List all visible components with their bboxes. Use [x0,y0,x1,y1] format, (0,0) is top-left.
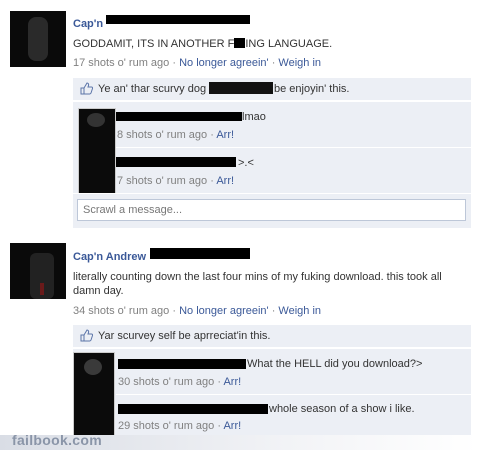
comment2-meta: 7 shots o' rum ago · Arr! [117,175,234,187]
post1-avatar[interactable] [10,11,66,67]
comment-divider [73,193,471,194]
post2-likes-box: Yar scurvey self be aprreciat'in this. [73,325,471,347]
comment-divider [116,394,471,395]
post1-comments-box: lmao 8 shots o' rum ago · Arr! >.< 7 sho… [73,102,471,228]
comment2-like-link[interactable]: Arr! [216,175,234,187]
meta-separator: · [210,175,214,187]
comment2-name-redaction [116,157,236,167]
comment3-meta: 30 shots o' rum ago · Arr! [118,376,241,388]
comment4-like-link[interactable]: Arr! [223,420,241,432]
post1-likes-prefix: Ye an' thar scurvy dog [98,83,207,95]
scrawl-message-input[interactable]: Scrawl a message... [77,199,466,221]
post1-author-redaction [106,15,250,24]
post2-author-redaction [150,248,250,259]
failbook-footer: failbook.com [0,432,477,450]
meta-separator: · [172,305,177,317]
post2-text-line1-b: king download. this took all [310,271,442,283]
meta-separator: · [210,129,214,141]
comment3-like-link[interactable]: Arr! [223,376,241,388]
post1-author[interactable]: Cap'n [73,18,103,30]
failbook-logo: failbook.com [12,432,102,448]
comment1-meta: 8 shots o' rum ago · Arr! [117,129,234,141]
comment4-meta: 29 shots o' rum ago · Arr! [118,420,241,432]
post1-censor [234,38,246,48]
post2-comment-avatar[interactable] [73,352,115,436]
comment3-name-redaction [118,359,246,369]
comment2-time[interactable]: 7 shots o' rum ago [117,175,207,187]
post2-timestamp[interactable]: 34 shots o' rum ago [73,305,169,317]
post2-unlike-link[interactable]: No longer agreein' [179,305,269,317]
comment1-name-redaction [116,112,242,121]
likes-name-redaction [209,82,273,94]
post1-unlike-link[interactable]: No longer agreein' [179,57,269,69]
post1-text-end: ING LANGUAGE. [245,38,333,50]
meta-separator: · [271,57,276,69]
comment4-time[interactable]: 29 shots o' rum ago [118,420,214,432]
comment1-text: lmao [242,111,266,123]
post2-comment-link[interactable]: Weigh in [278,305,321,317]
thumbs-up-icon [80,329,93,342]
comment4-name-redaction [118,404,268,414]
post1-comment-link[interactable]: Weigh in [278,57,321,69]
post2-likes-text: Yar scurvey self be aprreciat'in this. [98,330,271,342]
post1-meta: 17 shots o' rum ago · No longer agreein'… [73,57,321,69]
post2-author[interactable]: Cap'n Andrew [73,251,146,263]
post2-meta: 34 shots o' rum ago · No longer agreein'… [73,305,321,317]
post1-comment-avatar[interactable] [78,108,116,194]
comment1-like-link[interactable]: Arr! [216,129,234,141]
comment-divider [116,147,471,148]
comment4-text: whole season of a show i like. [269,403,415,415]
comment1-time[interactable]: 8 shots o' rum ago [117,129,207,141]
meta-separator: · [217,376,222,388]
post1-timestamp[interactable]: 17 shots o' rum ago [73,57,169,69]
post2-text-line2: damn day. [73,285,124,297]
comment3-time[interactable]: 30 shots o' rum ago [118,376,214,388]
comment3-text: What the HELL did you download?> [247,358,423,370]
post2-text-line1-a: literally counting down the last four mi… [73,271,311,283]
post1-likes-suffix: be enjoyin' this. [274,83,350,95]
post1-text: GODDAMIT, ITS IN ANOTHER F ING LANGUAGE. [73,37,332,50]
meta-separator: · [172,57,177,69]
comment2-text: >.< [238,157,254,169]
post2-avatar[interactable] [10,243,66,299]
meta-separator: · [217,420,222,432]
thumbs-up-icon [80,82,93,95]
post2-text: literally counting down the last four mi… [73,270,468,298]
post1-likes-box: Ye an' thar scurvy dog be enjoyin' this. [73,78,471,100]
meta-separator: · [271,305,276,317]
post2-comments-box: What the HELL did you download?> 30 shot… [73,349,471,437]
post1-text-start: GODDAMIT, ITS IN ANOTHER F [73,38,235,50]
